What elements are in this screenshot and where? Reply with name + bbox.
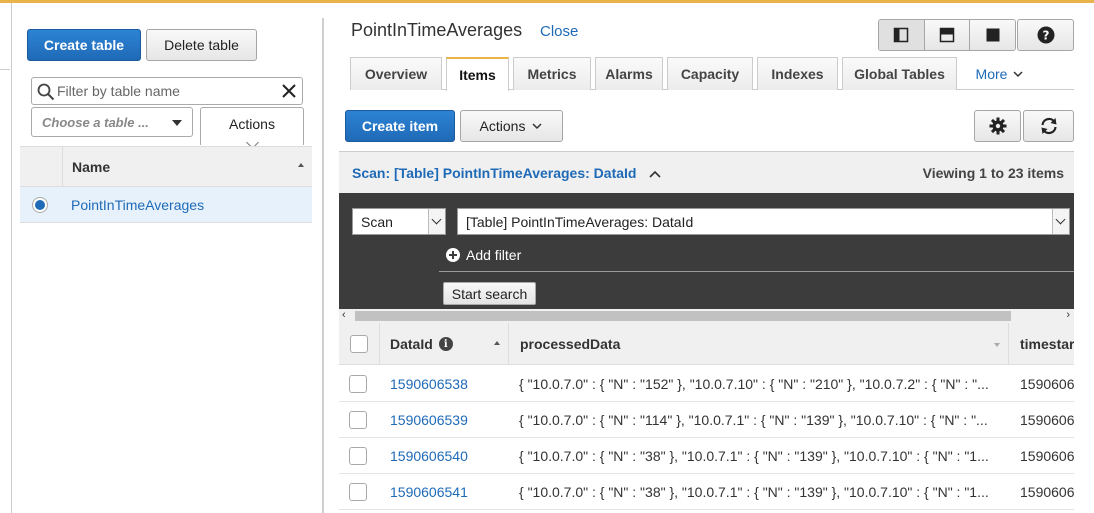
horizontal-scrollbar[interactable]: ‹ ›: [339, 309, 1074, 323]
clear-icon[interactable]: [280, 82, 298, 100]
processed-data-cell: { "10.0.7.0" : { "N" : "38" }, "10.0.7.1…: [519, 484, 989, 500]
dataid-link[interactable]: 1590606541: [390, 484, 468, 500]
create-item-button[interactable]: Create item: [345, 110, 455, 142]
row-radio[interactable]: [32, 197, 48, 213]
start-search-button[interactable]: Start search: [443, 282, 536, 305]
help-button[interactable]: ?: [1017, 19, 1074, 51]
gear-icon: [989, 117, 1006, 135]
items-table: DataId i processedData timestar 15906065…: [339, 323, 1074, 513]
item-actions-label: Actions: [479, 118, 526, 134]
select-all-checkbox[interactable]: [350, 335, 368, 353]
split-horizontal-button[interactable]: [924, 20, 971, 50]
table-row[interactable]: 1590606541 { "10.0.7.0" : { "N" : "38" }…: [339, 474, 1074, 510]
sort-ascending-icon[interactable]: [298, 163, 304, 167]
create-table-button[interactable]: Create table: [27, 29, 141, 61]
table-row[interactable]: 1590606540 { "10.0.7.0" : { "N" : "38" }…: [339, 438, 1074, 474]
tab-indexes[interactable]: Indexes: [757, 57, 838, 90]
timestamp-cell: 1590606: [1020, 448, 1074, 464]
detail-tabs: Overview Items Metrics Alarms Capacity I…: [350, 57, 1074, 91]
search-icon: [37, 83, 55, 101]
scan-options-panel: Scan [Table] PointInTimeAverages: DataId…: [339, 193, 1074, 309]
scan-header[interactable]: Scan: [Table] PointInTimeAverages: DataI…: [339, 151, 1074, 193]
chevron-down-icon: [1013, 70, 1023, 77]
help-icon: ?: [1037, 26, 1054, 44]
fullscreen-icon: [986, 28, 1000, 42]
item-actions-button[interactable]: Actions: [460, 110, 563, 142]
scroll-left-icon[interactable]: ‹: [342, 309, 346, 321]
viewing-count: Viewing 1 to 23 items: [922, 165, 1064, 181]
row-checkbox[interactable]: [349, 375, 367, 393]
chevron-down-icon: [532, 123, 542, 130]
dataid-link[interactable]: 1590606540: [390, 448, 468, 464]
table-list-header: Name: [20, 146, 312, 187]
fullscreen-button[interactable]: [970, 20, 1015, 50]
split-vertical-button[interactable]: [879, 20, 925, 50]
view-mode-toggle: [878, 19, 1016, 51]
dataid-link[interactable]: 1590606538: [390, 376, 468, 392]
sort-icon: [994, 343, 1000, 347]
refresh-icon: [1040, 117, 1057, 135]
add-filter-label: Add filter: [466, 247, 522, 263]
dataid-link[interactable]: 1590606539: [390, 412, 468, 428]
items-table-header: DataId i processedData timestar: [339, 323, 1074, 365]
table-detail-panel: PointInTimeAverages Close ? Overview Ite…: [339, 3, 1094, 513]
sort-ascending-icon: [494, 341, 500, 345]
row-checkbox[interactable]: [349, 483, 367, 501]
table-name-link[interactable]: PointInTimeAverages: [71, 197, 204, 213]
add-circle-icon: [446, 248, 460, 262]
scan-target-select[interactable]: [Table] PointInTimeAverages: DataId: [457, 208, 1070, 235]
page-title: PointInTimeAverages: [351, 20, 523, 40]
tab-global-tables[interactable]: Global Tables: [842, 57, 957, 90]
name-column-header[interactable]: Name: [72, 159, 110, 175]
table-list-row[interactable]: PointInTimeAverages: [20, 187, 312, 223]
chevron-up-icon: [649, 170, 661, 178]
timestamp-cell: 1590606: [1020, 376, 1074, 392]
timestamp-cell: 1590606: [1020, 412, 1074, 428]
settings-button[interactable]: [974, 110, 1021, 142]
close-link[interactable]: Close: [540, 23, 578, 40]
table-filter: [31, 77, 303, 105]
tab-overview[interactable]: Overview: [350, 57, 442, 90]
processed-data-cell: { "10.0.7.0" : { "N" : "152" }, "10.0.7.…: [519, 376, 989, 392]
row-checkbox[interactable]: [349, 411, 367, 429]
more-label: More: [975, 65, 1008, 82]
info-icon[interactable]: i: [438, 337, 453, 351]
table-actions-button[interactable]: Actions: [200, 107, 304, 149]
row-checkbox[interactable]: [349, 447, 367, 465]
dropdown-arrow-icon: [1052, 209, 1069, 234]
scan-target-value: [Table] PointInTimeAverages: DataId: [466, 214, 694, 230]
tab-metrics[interactable]: Metrics: [513, 57, 591, 90]
split-vertical-icon: [894, 27, 909, 43]
left-gutter: [0, 3, 12, 513]
table-row[interactable]: 1590606539 { "10.0.7.0" : { "N" : "114" …: [339, 402, 1074, 438]
svg-text:?: ?: [1042, 29, 1049, 43]
scroll-right-icon[interactable]: ›: [1066, 309, 1070, 321]
scroll-thumb[interactable]: [355, 311, 1011, 321]
processed-data-cell: { "10.0.7.0" : { "N" : "38" }, "10.0.7.1…: [519, 448, 989, 464]
delete-table-button[interactable]: Delete table: [146, 29, 257, 61]
tab-alarms[interactable]: Alarms: [595, 57, 663, 90]
processed-data-cell: { "10.0.7.0" : { "N" : "114" }, "10.0.7.…: [519, 412, 988, 428]
tables-panel: Create table Delete table Choose a table…: [20, 3, 312, 513]
panel-divider[interactable]: [322, 18, 324, 513]
table-row[interactable]: 1590606538 { "10.0.7.0" : { "N" : "152" …: [339, 366, 1074, 402]
dataid-column-header[interactable]: DataId i: [380, 323, 509, 365]
choose-table-select[interactable]: Choose a table ...: [31, 107, 193, 137]
choose-table-label: Choose a table ...: [42, 115, 149, 130]
tab-items[interactable]: Items: [446, 57, 509, 91]
dropdown-arrow-icon: [428, 209, 445, 234]
scan-mode-value: Scan: [361, 214, 393, 230]
processeddata-column-header[interactable]: processedData: [509, 323, 1009, 365]
filter-input[interactable]: [57, 81, 277, 101]
caret-down-icon: [172, 120, 182, 126]
timestamp-column-header[interactable]: timestar: [1009, 323, 1074, 365]
timestamp-cell: 1590606: [1020, 484, 1074, 500]
add-filter-button[interactable]: Add filter: [446, 247, 521, 263]
scan-header-label: Scan: [Table] PointInTimeAverages: DataI…: [352, 165, 662, 181]
scan-mode-select[interactable]: Scan: [352, 208, 446, 235]
split-horizontal-icon: [939, 27, 955, 43]
more-tabs-menu[interactable]: More: [969, 57, 1031, 90]
refresh-button[interactable]: [1023, 110, 1074, 142]
tab-capacity[interactable]: Capacity: [667, 57, 753, 90]
